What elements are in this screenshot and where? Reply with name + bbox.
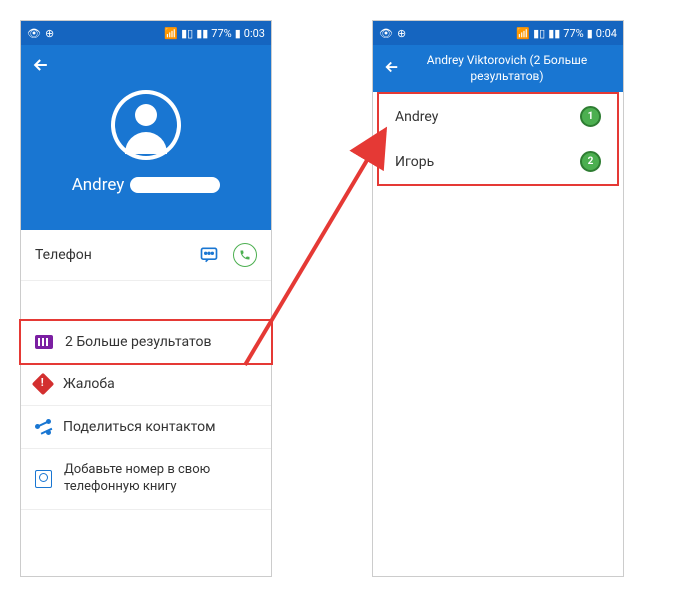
call-icon[interactable] bbox=[233, 243, 257, 267]
chat-icon[interactable] bbox=[199, 245, 219, 265]
signal-icon: ▮▮ bbox=[196, 27, 208, 40]
phone-row: Телефон bbox=[21, 230, 271, 281]
result-item[interactable]: Игорь 2 bbox=[379, 139, 617, 184]
book-icon bbox=[35, 470, 52, 488]
signal-icon: ▮▯ bbox=[181, 27, 193, 40]
alert-icon bbox=[35, 376, 51, 392]
empty-area bbox=[373, 186, 623, 576]
contact-name: Andrey bbox=[72, 175, 221, 195]
result-name: Andrey bbox=[395, 109, 438, 125]
battery-icon: ▮ bbox=[587, 27, 593, 40]
signal-icon: ▮▮ bbox=[548, 27, 560, 40]
share-icon bbox=[35, 419, 51, 435]
signal-icon: ▮▯ bbox=[533, 27, 545, 40]
wifi-icon: 📶 bbox=[516, 27, 530, 40]
more-results-row[interactable]: 2 Больше результатов bbox=[19, 319, 273, 365]
avatar bbox=[111, 90, 181, 160]
result-item[interactable]: Andrey 1 bbox=[379, 94, 617, 139]
results-list-highlight: Andrey 1 Игорь 2 bbox=[377, 92, 619, 186]
add-to-book-row[interactable]: Добавьте номер в свою телефонную книгу bbox=[21, 449, 271, 510]
wifi-icon: 📶 bbox=[164, 27, 178, 40]
clock-text: 0:03 bbox=[244, 27, 265, 40]
eye-icon: 👁 bbox=[379, 27, 393, 40]
list-icon bbox=[35, 335, 53, 349]
battery-text: 77% bbox=[563, 27, 583, 40]
status-bar: 👁 ⊕ 📶 ▮▯ ▮▮ 77% ▮ 0:04 bbox=[373, 21, 623, 45]
status-bar: 👁 ⊕ 📶 ▮▯ ▮▮ 77% ▮ 0:03 bbox=[21, 21, 271, 45]
back-button[interactable] bbox=[31, 55, 51, 79]
name-redacted bbox=[130, 177, 220, 193]
phone-label: Телефон bbox=[35, 247, 199, 263]
eye-icon: 👁 bbox=[27, 27, 41, 40]
phone-left: 👁 ⊕ 📶 ▮▯ ▮▮ 77% ▮ 0:03 Andrey Телефон bbox=[20, 20, 272, 577]
result-name: Игорь bbox=[395, 154, 434, 170]
share-row[interactable]: Поделиться контактом bbox=[21, 406, 271, 449]
results-header: Andrey Viktorovich (2 Больше результатов… bbox=[373, 45, 623, 92]
back-button[interactable] bbox=[383, 58, 401, 80]
contact-header: Andrey bbox=[21, 45, 271, 230]
tv-icon: ⊕ bbox=[397, 27, 406, 40]
results-title: Andrey Viktorovich (2 Больше результатов… bbox=[401, 53, 613, 84]
badge-1: 1 bbox=[580, 106, 601, 127]
battery-text: 77% bbox=[211, 27, 231, 40]
tv-icon: ⊕ bbox=[45, 27, 54, 40]
clock-text: 0:04 bbox=[596, 27, 617, 40]
battery-icon: ▮ bbox=[235, 27, 241, 40]
complaint-row[interactable]: Жалоба bbox=[21, 363, 271, 406]
badge-2: 2 bbox=[580, 151, 601, 172]
phone-right: 👁 ⊕ 📶 ▮▯ ▮▮ 77% ▮ 0:04 Andrey Viktorovic… bbox=[372, 20, 624, 577]
